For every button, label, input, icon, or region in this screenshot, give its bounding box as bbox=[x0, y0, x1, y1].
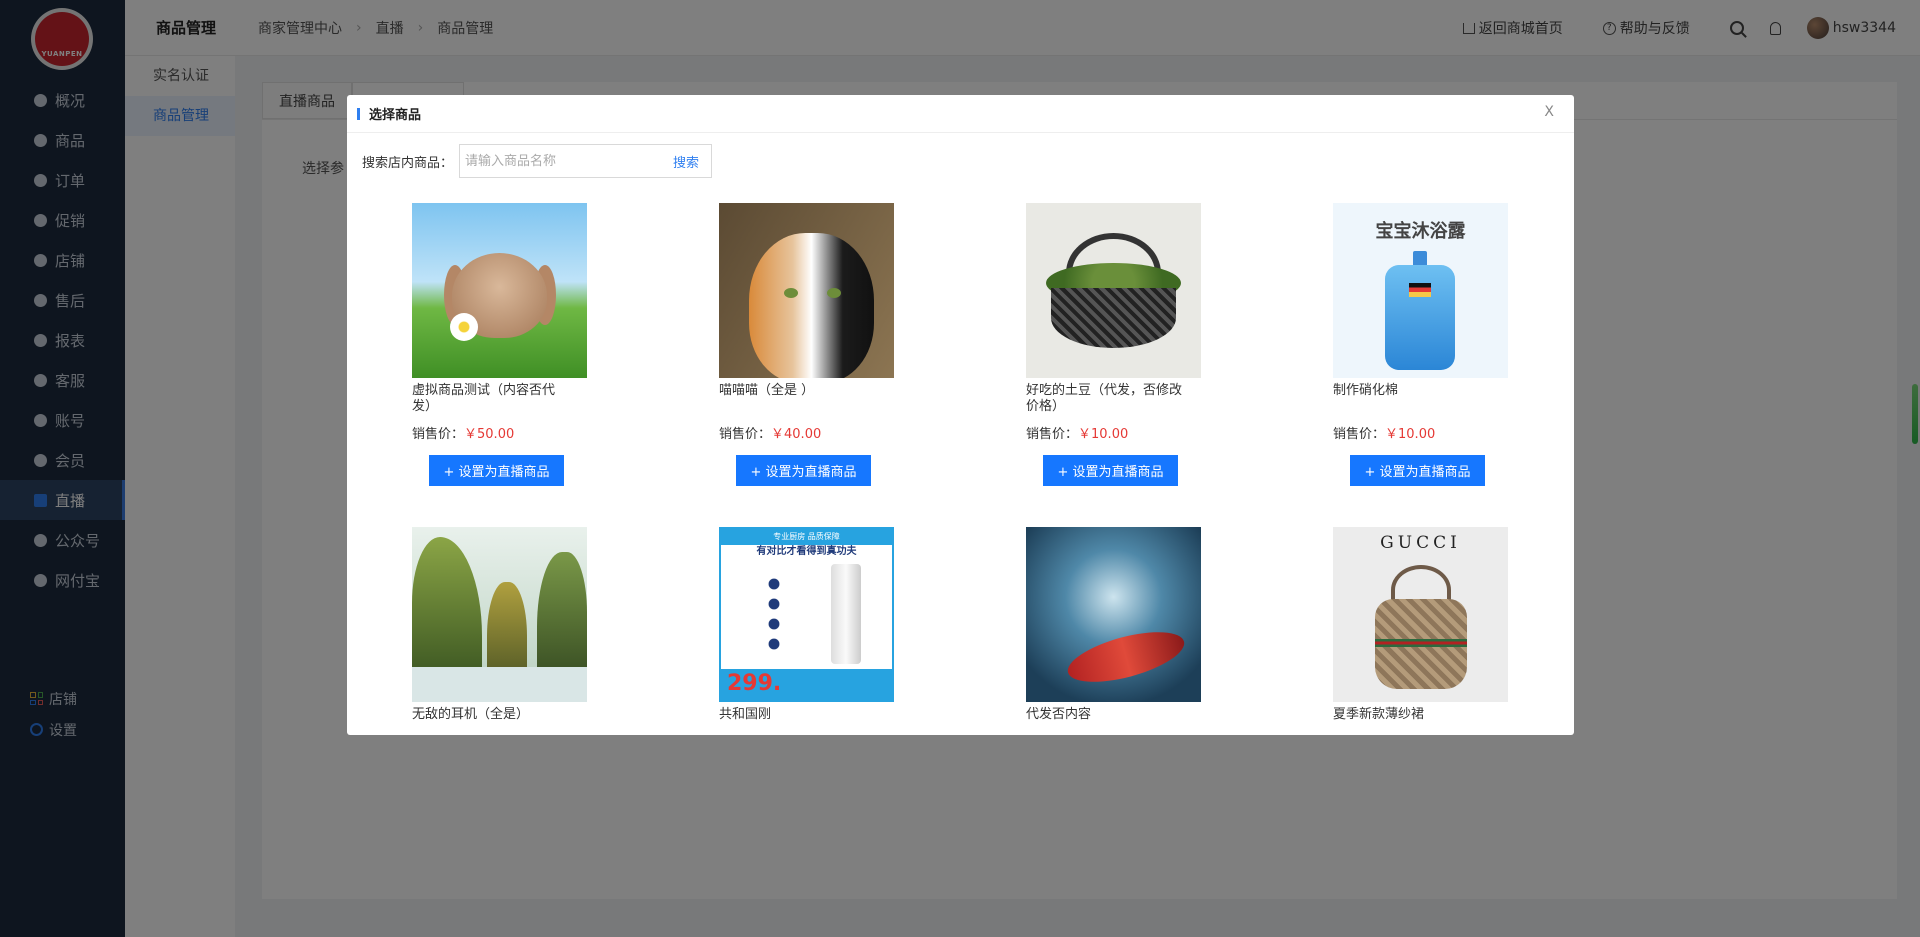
product-card: GUCCI 夏季新款薄纱裙 bbox=[1333, 527, 1508, 735]
product-image[interactable] bbox=[1026, 527, 1201, 702]
set-live-product-button[interactable]: + 设置为直播商品 bbox=[736, 455, 871, 486]
product-name: 好吃的土豆（代发，否修改价格） bbox=[1026, 383, 1183, 414]
product-card: 喵喵喵（全是 ） 销售价：￥40.00 + 设置为直播商品 bbox=[719, 203, 894, 486]
image-text: 专业厨房 品质保障 bbox=[721, 529, 892, 545]
product-image[interactable]: 专业厨房 品质保障 有对比才看得到真功夫 299. bbox=[719, 527, 894, 702]
product-image[interactable] bbox=[719, 203, 894, 378]
search-box: 搜索 bbox=[459, 144, 713, 178]
product-card: 好吃的土豆（代发，否修改价格） 销售价：￥10.00 + 设置为直播商品 bbox=[1026, 203, 1201, 486]
product-image[interactable]: GUCCI bbox=[1333, 527, 1508, 702]
set-live-product-button[interactable]: + 设置为直播商品 bbox=[429, 455, 564, 486]
title-accent-bar bbox=[357, 107, 360, 120]
select-product-modal: 选择商品 X 搜索店内商品： 搜索 虚拟商品测试（内容否代发） 销售价：￥50.… bbox=[347, 95, 1574, 735]
close-icon[interactable]: X bbox=[1544, 104, 1554, 120]
product-name: 代发否内容 bbox=[1026, 707, 1092, 722]
product-price: 销售价：￥40.00 bbox=[719, 427, 822, 442]
image-text: 宝宝沐浴露 bbox=[1375, 221, 1466, 242]
product-card: 无敌的耳机（全是） bbox=[412, 527, 587, 735]
image-text: 有对比才看得到真功夫 bbox=[756, 546, 857, 557]
search-submit-button[interactable]: 搜索 bbox=[661, 152, 711, 171]
set-live-product-button[interactable]: + 设置为直播商品 bbox=[1350, 455, 1485, 486]
modal-header: 选择商品 X bbox=[347, 95, 1574, 133]
product-card: 代发否内容 bbox=[1026, 527, 1201, 735]
modal-title: 选择商品 bbox=[369, 108, 422, 123]
product-image[interactable] bbox=[412, 527, 587, 702]
set-live-product-button[interactable]: + 设置为直播商品 bbox=[1043, 455, 1178, 486]
product-name: 共和国刚 bbox=[719, 707, 772, 722]
product-image[interactable] bbox=[1026, 203, 1201, 378]
search-label: 搜索店内商品： bbox=[362, 155, 454, 171]
product-image[interactable] bbox=[412, 203, 587, 378]
product-name: 制作硝化棉 bbox=[1333, 383, 1399, 398]
product-name: 夏季新款薄纱裙 bbox=[1333, 707, 1425, 722]
product-name: 喵喵喵（全是 ） bbox=[719, 383, 815, 398]
image-text: 299. bbox=[727, 671, 782, 696]
search-input[interactable] bbox=[460, 145, 661, 177]
product-name: 虚拟商品测试（内容否代发） bbox=[412, 383, 556, 414]
image-text: GUCCI bbox=[1380, 533, 1461, 553]
product-card: 专业厨房 品质保障 有对比才看得到真功夫 299. 共和国刚 bbox=[719, 527, 894, 735]
product-card: 虚拟商品测试（内容否代发） 销售价：￥50.00 + 设置为直播商品 bbox=[412, 203, 587, 486]
product-search-row: 搜索店内商品： 搜索 bbox=[362, 144, 713, 178]
product-price: 销售价：￥10.00 bbox=[1333, 427, 1436, 442]
product-image[interactable]: 宝宝沐浴露 bbox=[1333, 203, 1508, 378]
product-card: 宝宝沐浴露 制作硝化棉 销售价：￥10.00 + 设置为直播商品 bbox=[1333, 203, 1508, 486]
product-price: 销售价：￥50.00 bbox=[412, 427, 515, 442]
product-price: 销售价：￥10.00 bbox=[1026, 427, 1129, 442]
product-name: 无敌的耳机（全是） bbox=[412, 707, 530, 722]
